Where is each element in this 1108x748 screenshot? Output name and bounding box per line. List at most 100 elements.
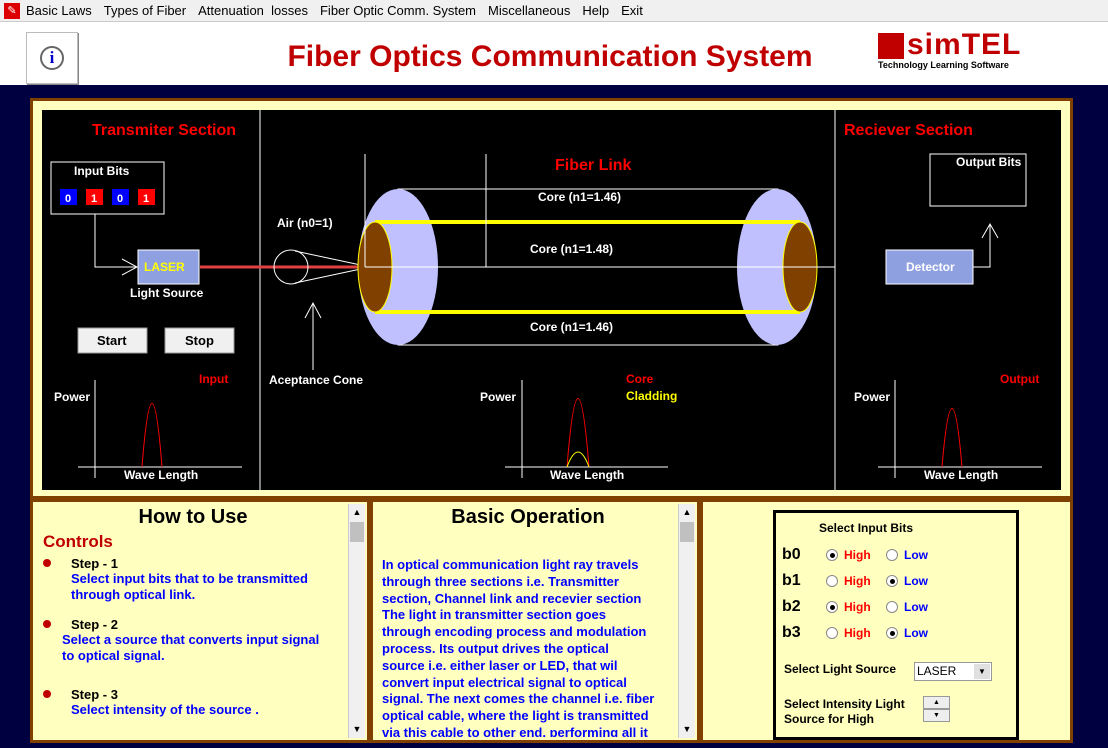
diagram-frame: Transmiter Section Input Bits 0 1 0 1 LA… [30,98,1073,499]
chevron-down-icon[interactable]: ▼ [974,664,990,679]
app-icon: ✎ [4,2,20,19]
menu-exit[interactable]: Exit [621,3,643,18]
high-label: High [844,626,871,640]
wavelength-label: Wave Length [550,468,624,482]
menu-bar: ✎ Basic Laws Types of Fiber Attenuation … [0,0,1108,22]
light-source-label: Light Source [130,286,204,300]
input-bit[interactable]: 1 [86,189,103,205]
wavelength-label: Wave Length [924,468,998,482]
spin-up-icon[interactable]: ▲ [923,696,950,709]
light-source-label: Select Light Source [784,662,897,676]
output-spectrum [941,408,963,468]
receiver-title: Reciever Section [844,122,973,139]
input-bit[interactable]: 1 [138,189,155,205]
menu-miscellaneous[interactable]: Miscellaneous [488,3,570,18]
step-2: Step - 2 Select a source that converts in… [43,617,331,664]
step-1: Step - 1 Select input bits that to be tra… [43,556,331,603]
bit-label: b1 [782,572,801,589]
detector-label: Detector [906,260,955,274]
bit-row-b0: b0 High Low [782,544,928,566]
output-bits-label: Output Bits [956,155,1022,169]
fiber-link-title: Fiber Link [555,157,632,174]
intensity-spinner[interactable]: ▲ ▼ [923,696,950,722]
scroll-up-icon[interactable]: ▲ [349,504,365,521]
bit-row-b3: b3 High Low [782,622,928,644]
bit-label: b2 [782,598,801,615]
svg-text:1: 1 [91,193,97,205]
input-bits-label: Input Bits [74,164,130,178]
header: i Fiber Optics Communication System simT… [0,22,1108,85]
radio-low[interactable] [886,601,898,613]
power-label: Power [854,390,890,404]
start-button[interactable]: Start [77,327,148,354]
power-label: Power [480,390,516,404]
laser-label: LASER [144,260,185,274]
radio-high[interactable] [826,575,838,587]
stop-button[interactable]: Stop [164,327,235,354]
basic-operation-panel: Basic Operation In optical communication… [370,499,700,743]
info-button[interactable]: i [26,32,78,84]
light-source-select[interactable]: LASER ▼ [914,662,992,681]
wavelength-label: Wave Length [124,468,198,482]
low-label: Low [904,600,928,614]
low-label: Low [904,626,928,640]
acceptance-cone-label: Aceptance Cone [269,373,363,387]
bit-row-b1: b1 High Low [782,570,928,592]
menu-basic-laws[interactable]: Basic Laws [26,3,92,18]
menu-attenuation-losses[interactable]: Attenuation losses [198,3,308,18]
low-label: Low [904,548,928,562]
radio-high[interactable] [826,627,838,639]
select-input-bits-title: Select Input Bits [819,521,914,535]
connector-line [973,224,991,268]
input-spectrum [141,403,163,468]
menu-fiber-optic-comm[interactable]: Fiber Optic Comm. System [320,3,476,18]
select-box: Select Input Bits b0 High Low b1 High Low… [773,510,1019,740]
scrollbar[interactable]: ▲ ▼ [348,504,365,738]
high-label: High [844,600,871,614]
svg-text:Start: Start [97,333,127,348]
cladding-spectrum [566,451,590,468]
radio-low[interactable] [886,549,898,561]
menu-types-of-fiber[interactable]: Types of Fiber [104,3,186,18]
logo: simTEL Technology Learning Software [878,28,1022,70]
core-mid-label: Core (n1=1.48) [530,242,613,256]
input-legend: Input [199,372,228,386]
radio-low[interactable] [886,627,898,639]
low-label: Low [904,574,928,588]
radio-low[interactable] [886,575,898,587]
fiber-diagram: Transmiter Section Input Bits 0 1 0 1 LA… [50,110,1042,490]
intensity-label: Select Intensity Light Source for High [784,697,905,726]
how-to-use-panel: How to Use Controls Step - 1 Select input… [30,499,370,743]
transmitter-title: Transmiter Section [92,122,236,139]
svg-text:Stop: Stop [185,333,214,348]
air-label: Air (n0=1) [277,216,333,230]
step-3: Step - 3 Select intensity of the source . [43,687,331,718]
power-label: Power [54,390,90,404]
radio-high[interactable] [826,549,838,561]
high-label: High [844,548,871,562]
bit-row-b2: b2 High Low [782,596,928,618]
svg-text:0: 0 [117,193,123,205]
core-top-label: Core (n1=1.46) [538,190,621,204]
svg-text:0: 0 [65,193,71,205]
high-label: High [844,574,871,588]
input-bit[interactable]: 0 [60,189,77,205]
spin-down-icon[interactable]: ▼ [923,709,950,722]
diagram-area: Transmiter Section Input Bits 0 1 0 1 LA… [42,110,1061,490]
page-title: Fiber Optics Communication System [287,40,813,73]
scroll-down-icon[interactable]: ▼ [349,721,365,738]
basic-operation-text: In optical communication light ray trave… [382,557,655,737]
bit-label: b3 [782,624,801,641]
scroll-up-icon[interactable]: ▲ [679,504,695,521]
scroll-down-icon[interactable]: ▼ [679,721,695,738]
basic-operation-title: Basic Operation [451,506,605,528]
info-bubble-icon: i [40,46,64,70]
input-bit[interactable]: 0 [112,189,129,205]
scrollbar[interactable]: ▲ ▼ [678,504,695,738]
radio-high[interactable] [826,601,838,613]
core-bottom-label: Core (n1=1.46) [530,320,613,334]
controls-heading: Controls [43,532,113,551]
core-legend: Core [626,372,654,386]
menu-help[interactable]: Help [582,3,609,18]
output-legend: Output [1000,372,1039,386]
